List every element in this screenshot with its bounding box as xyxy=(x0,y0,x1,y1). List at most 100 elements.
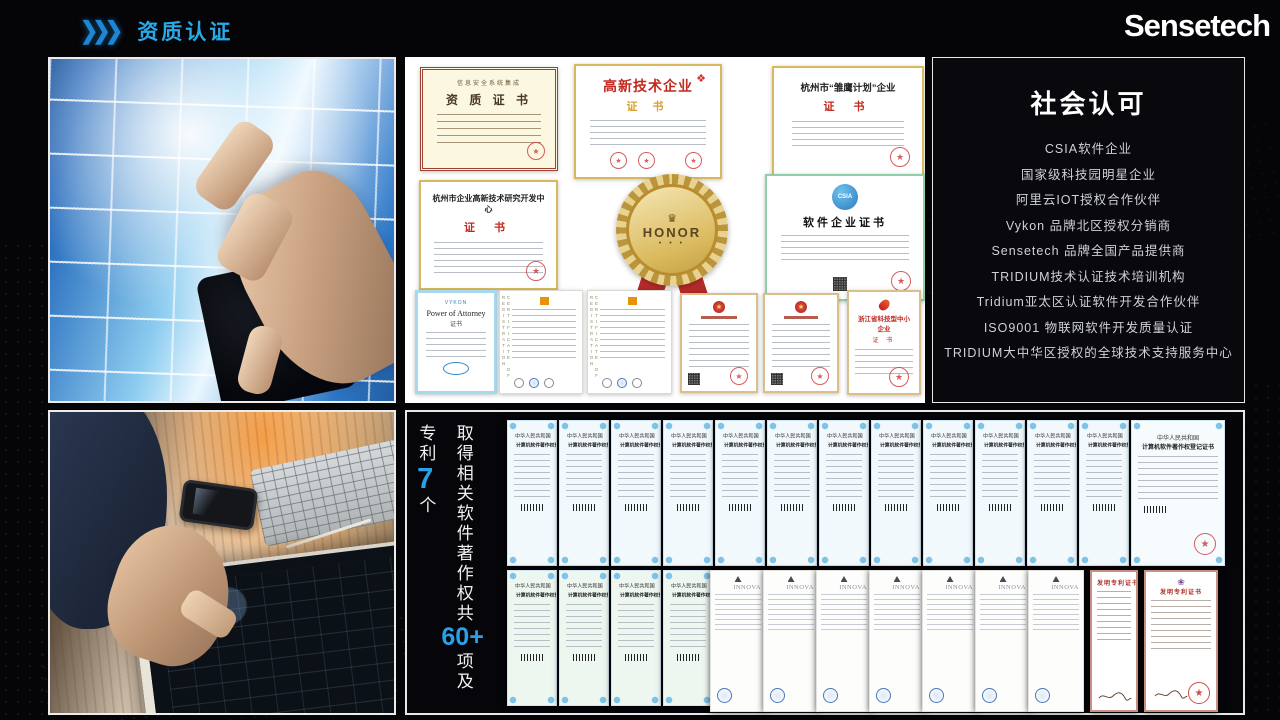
blue-stamp-icon xyxy=(1035,688,1050,703)
barcode xyxy=(1041,504,1063,511)
certificate-header: 中华人民共和国 xyxy=(775,432,809,440)
red-seal-icon: ★ xyxy=(730,367,748,385)
issuer-logo-icon xyxy=(841,576,848,582)
certificate-title: 计算机软件著作权登记证书 xyxy=(984,441,1016,448)
list-item: CSIA软件企业 xyxy=(1045,137,1132,163)
list-item: Tridium亚太区认证软件开发合作伙伴 xyxy=(977,290,1201,316)
barcode xyxy=(729,504,751,511)
innova-label: INNOVA xyxy=(980,584,1026,591)
registrar-logo xyxy=(628,297,637,305)
innova-label: INNOVA xyxy=(874,584,920,591)
certificate-text-lines xyxy=(781,235,909,265)
innova-certificate-thumb: INNOVA xyxy=(710,570,766,712)
certificate-header: 中华人民共和国 xyxy=(1087,432,1121,440)
list-item: Sensetech 品牌全国产品提供商 xyxy=(991,239,1185,265)
certificate-text-lines xyxy=(670,454,706,498)
certificate-header: 中华人民共和国 xyxy=(1136,433,1220,442)
blue-stamp-icon xyxy=(982,688,997,703)
certificate-text-lines xyxy=(618,454,654,498)
copyright-certificate-thumb: 中华人民共和国 计算机软件著作权登记证书 xyxy=(923,420,973,566)
label-text: 个 xyxy=(415,496,435,516)
blue-stamp-icon xyxy=(443,362,469,375)
blue-stamp-icon xyxy=(770,688,785,703)
red-seal-icon: ★ xyxy=(526,261,546,281)
signature-graphic xyxy=(1154,688,1188,700)
certificate-of-registration: CERTIFICATE OF REGISTRATION xyxy=(587,290,672,394)
certificate-high-tech-enterprise: ❖ 高新技术企业 证 书 ★ ★ ★ xyxy=(574,64,722,179)
copyright-certificate-thumb: 中华人民共和国 计算机软件著作权登记证书 xyxy=(507,420,557,566)
certificate-header: 中华人民共和国 xyxy=(567,582,601,590)
barcode xyxy=(1144,506,1166,513)
red-seal-icon: ★ xyxy=(638,152,655,169)
invention-patent-thumb: 发明专利证书 xyxy=(1090,570,1138,712)
copyright-certificate-thumb: 中华人民共和国 计算机软件著作权登记证书 xyxy=(507,570,557,706)
certificate-text-lines xyxy=(1138,456,1218,500)
barcode xyxy=(573,504,595,511)
certificate-side-text: CERTIFICATE OF REGISTRATION xyxy=(501,295,511,389)
certificate-text-lines xyxy=(980,594,1026,634)
red-seal-icon: ★ xyxy=(891,271,911,291)
invention-patent-thumb-large: ❀ 发明专利证书 ★ xyxy=(1144,570,1218,712)
certificate-title: 杭州市“雏鹰计划”企业 xyxy=(784,80,912,94)
social-panel-title: 社会认可 xyxy=(933,84,1244,121)
certificate-header: 中华人民共和国 xyxy=(619,582,653,590)
issuer-logo-icon xyxy=(735,576,742,582)
certificate-eaglet-plan: 杭州市“雏鹰计划”企业 证 书 ★ xyxy=(772,66,924,176)
certificate-title: Power of Attorney xyxy=(424,309,488,318)
certificate-header: 中华人民共和国 xyxy=(515,432,549,440)
barcode xyxy=(677,654,699,661)
certificates-panel: 信息安全系统集成 资 质 证 书 ★ ❖ 高新技术企业 证 书 ★ ★ ★ 杭州… xyxy=(405,57,925,403)
certificate-header: 信息安全系统集成 xyxy=(433,78,545,87)
certificate-title: 计算机软件著作权登记证书 xyxy=(516,591,548,598)
certificate-title: 计算机软件著作权登记证书 xyxy=(672,441,704,448)
certificate-title-bar xyxy=(784,316,819,319)
certificate-header: 中华人民共和国 xyxy=(671,582,705,590)
barcode xyxy=(573,654,595,661)
blue-stamp-icon xyxy=(876,688,891,703)
list-item: TRIDIUM技术认证技术培训机构 xyxy=(991,265,1185,291)
certificate-of-registration: CERTIFICATE OF REGISTRATION xyxy=(499,290,583,394)
list-item: Vykon 品牌北区授权分销商 xyxy=(1006,214,1171,240)
certificate-text-lines xyxy=(722,454,758,498)
copyright-certificate-thumb: 中华人民共和国 计算机软件著作权登记证书 xyxy=(663,570,713,706)
certificate-text-lines xyxy=(566,454,602,498)
certificate-header: 中华人民共和国 xyxy=(515,582,549,590)
innova-certificate-thumb: INNOVA xyxy=(816,570,872,712)
certificate-text-lines xyxy=(774,454,810,498)
red-seal-icon: ★ xyxy=(1188,682,1210,704)
certificate-title: 计算机软件著作权登记证书 xyxy=(828,441,860,448)
page-title: 资质认证 xyxy=(137,16,233,46)
certificate-text-lines xyxy=(514,604,550,648)
certificate-text-lines xyxy=(878,454,914,498)
accreditation-badges xyxy=(514,378,554,388)
certificate-software-enterprise: CSIA 软件企业证书 ★ xyxy=(765,174,925,301)
slide-qualification-certification: ❯❯❯ 资质认证 Sensetech 信息安全系统集成 资 质 证 书 ★ ❖ … xyxy=(0,0,1280,720)
certificate-text-lines xyxy=(600,309,665,361)
certificate-qualification: 信息安全系统集成 资 质 证 书 ★ xyxy=(420,67,558,171)
certificate-side-text: CERTIFICATE OF REGISTRATION xyxy=(589,295,599,389)
innova-certificate-thumb: INNOVA xyxy=(1028,570,1084,712)
barcode xyxy=(989,504,1011,511)
certificate-national-emblem: ★ ★ xyxy=(680,293,758,393)
copyright-certificate-thumb: 中华人民共和国 计算机软件著作权登记证书 xyxy=(559,420,609,566)
certificate-title: 计算机软件著作权登记证书 xyxy=(724,441,756,448)
certificate-text-lines xyxy=(618,604,654,648)
qr-code xyxy=(771,373,783,385)
badge-icon xyxy=(617,378,627,388)
red-seal-icon: ★ xyxy=(610,152,627,169)
certificate-text-lines xyxy=(426,332,486,358)
slide-header: ❯❯❯ 资质认证 xyxy=(80,16,233,46)
medal-label: HONOR xyxy=(643,225,701,240)
copyright-certificate-thumb: 中华人民共和国 计算机软件著作权登记证书 xyxy=(559,570,609,706)
photo-touch-screen-wall xyxy=(48,57,396,403)
copyright-certificate-thumb-large: 中华人民共和国 计算机软件著作权登记证书 ★ xyxy=(1131,420,1225,566)
certificate-text-lines xyxy=(982,454,1018,498)
innova-certificate-thumb: INNOVA xyxy=(763,570,819,712)
certificate-subtitle: 证书 xyxy=(424,319,488,328)
barcode xyxy=(521,654,543,661)
innova-label: INNOVA xyxy=(927,584,973,591)
label-text: 取得相关软件著作权共 xyxy=(452,424,472,624)
certificate-text-lines xyxy=(590,120,706,146)
certificate-title: 计算机软件著作权登记证书 xyxy=(1036,441,1068,448)
certificate-header: 中华人民共和国 xyxy=(619,432,653,440)
